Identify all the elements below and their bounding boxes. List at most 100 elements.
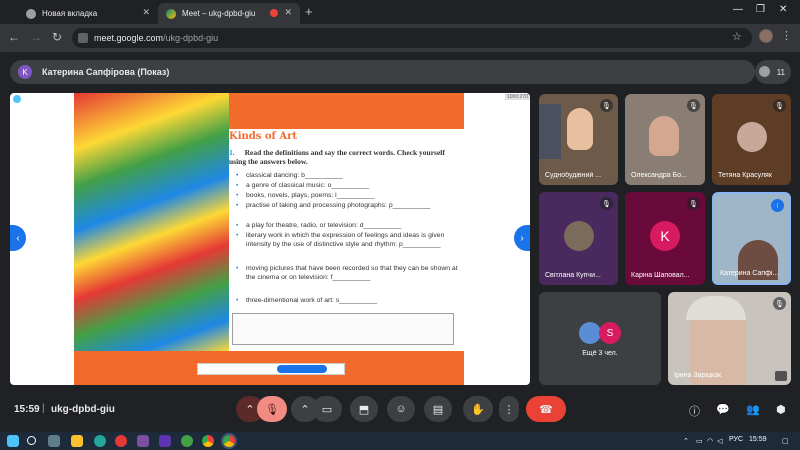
participant-tile[interactable]: 🎙 Тетяна Красуляк	[712, 94, 791, 185]
tab-meet[interactable]: Meet – ukg-dpbd-giu ✕	[158, 3, 300, 24]
recording-icon	[270, 9, 278, 17]
more-menu-icon[interactable]: ⋮	[781, 29, 792, 42]
pin-icon[interactable]	[775, 371, 787, 381]
chevron-up-icon: ⌃	[300, 403, 310, 416]
mic-off-icon: 🎙	[773, 297, 786, 310]
presentation-slide: Kinds of Art 1. Read the definitions and …	[10, 93, 530, 385]
participant-name: Катерина Сапфі...	[720, 270, 779, 277]
chevron-up-icon: ⌃	[245, 403, 255, 416]
hand-icon: ✋	[471, 403, 485, 416]
chevron-left-icon: ‹	[16, 232, 20, 244]
presenter-label: Катерина Сапфірова (Показ)	[42, 67, 170, 77]
exercise-item: a play for theatre, radio, or television…	[236, 222, 466, 231]
tab-label: Новая вкладка	[42, 9, 98, 18]
participant-name: Тетяна Красуляк	[718, 172, 772, 179]
system-clock[interactable]: 15:59	[749, 436, 767, 443]
wifi-icon[interactable]: ◠	[707, 437, 713, 445]
speaking-icon: ⁝	[771, 199, 784, 212]
chat-icon[interactable]: 💬	[716, 403, 730, 416]
participant-hair	[686, 296, 746, 320]
previous-slide-button[interactable]: ‹	[10, 225, 26, 251]
viber-icon[interactable]	[137, 435, 149, 447]
more-options-button[interactable]: ⋮	[499, 396, 519, 422]
file-explorer-icon[interactable]	[71, 435, 83, 447]
cookie-accept-button[interactable]	[277, 365, 327, 373]
mic-off-icon: 🎙	[773, 99, 786, 112]
participant-name: Каріна Шаповал...	[631, 272, 690, 279]
exercise-item: literary work in which the expression of…	[236, 232, 466, 249]
slide-corner-label: 1000:270	[505, 94, 530, 100]
browser-toolbar: ← → ↻ meet.google.com/ukg-dpbd-giu	[0, 24, 800, 52]
chrome-active-icon[interactable]	[223, 435, 235, 447]
profile-avatar[interactable]	[759, 29, 773, 43]
activities-icon[interactable]: ⬢	[776, 403, 786, 416]
windows-start-icon[interactable]	[7, 435, 19, 447]
hang-up-icon: ☎	[539, 403, 553, 416]
participant-tile[interactable]: 🎙 Ірина Заріцкак	[668, 292, 791, 385]
camera-button[interactable]: ▭	[312, 396, 342, 422]
task-view-icon[interactable]	[48, 435, 60, 447]
globe-icon	[26, 8, 36, 19]
captions-icon: ▤	[432, 403, 444, 416]
exercise-item: three-dimentional work of art: s________…	[236, 297, 466, 306]
close-window-icon[interactable]: ✕	[779, 4, 787, 15]
volume-icon[interactable]: ◁	[717, 437, 722, 445]
edge-icon[interactable]	[94, 435, 106, 447]
emoji-icon: ☺	[395, 403, 407, 415]
participant-tile[interactable]: 🎙 Олександра Бо...	[625, 94, 705, 185]
notifications-icon[interactable]: ▢	[782, 437, 789, 445]
participant-tile[interactable]: K 🎙 Каріна Шаповал...	[625, 192, 705, 285]
back-icon[interactable]: ←	[8, 30, 20, 44]
participants-avatar-icon	[759, 66, 770, 77]
participant-avatar	[579, 322, 601, 344]
captions-button[interactable]: ▤	[424, 396, 452, 422]
opera-icon[interactable]	[115, 435, 127, 447]
minimize-icon[interactable]: —	[733, 4, 743, 15]
participant-tile[interactable]: 🎙 Суднобудівний ...	[539, 94, 618, 185]
reload-icon[interactable]: ↻	[52, 30, 62, 44]
exercise-item: moving pictures that have been recorded …	[236, 265, 466, 282]
next-slide-button[interactable]: ›	[514, 225, 530, 251]
bookmark-star-icon[interactable]: ☆	[732, 30, 742, 43]
people-icon[interactable]: 👥	[746, 403, 760, 416]
chevron-right-icon: ›	[520, 232, 524, 244]
tab-new[interactable]: Новая вкладка ✕	[18, 3, 158, 24]
emoji-button[interactable]: ☺	[387, 396, 415, 422]
mic-off-icon: 🎙	[265, 403, 279, 416]
network-icon[interactable]: ▭	[696, 437, 703, 445]
participants-button[interactable]: 11	[755, 60, 791, 84]
leave-call-button[interactable]: ☎	[526, 396, 566, 422]
mic-off-icon: 🎙	[600, 99, 613, 112]
abstract-art-image	[74, 93, 229, 351]
participant-avatar	[736, 121, 767, 152]
info-icon[interactable]: ⓘ	[689, 403, 700, 419]
participant-tile[interactable]: 🎙 Світлана Купчи...	[539, 192, 618, 285]
participant-video	[567, 108, 593, 150]
address-bar[interactable]: meet.google.com/ukg-dpbd-giu	[72, 28, 752, 48]
present-screen-button[interactable]: ⬒	[350, 396, 378, 422]
chevron-up-icon[interactable]: ⌃	[683, 437, 689, 445]
slide-instruction: 1. Read the definitions and say the corre…	[229, 148, 459, 166]
plus-icon[interactable]: +	[305, 4, 313, 19]
app-icon[interactable]	[159, 435, 171, 447]
chrome-icon[interactable]	[202, 435, 214, 447]
presenter-avatar: K	[18, 65, 32, 79]
participant-avatar: K	[650, 220, 680, 251]
presenter-bar: K Катерина Сапфірова (Показ)	[10, 60, 755, 84]
close-icon[interactable]: ✕	[284, 7, 292, 18]
bookshelf-background	[539, 104, 561, 159]
site-info-icon[interactable]	[78, 33, 88, 43]
close-icon[interactable]: ✕	[142, 7, 150, 18]
forward-icon[interactable]: →	[30, 30, 42, 44]
whatsapp-icon[interactable]	[181, 435, 193, 447]
participant-name: Олександра Бо...	[631, 172, 687, 179]
raise-hand-button[interactable]: ✋	[463, 396, 493, 422]
slide-title: Kinds of Art	[229, 131, 297, 142]
search-icon[interactable]	[27, 436, 36, 445]
restore-icon[interactable]: ❐	[756, 4, 765, 15]
microphone-button[interactable]: 🎙	[257, 396, 287, 422]
participant-tile[interactable]: ⁝ Катерина Сапфі...	[712, 192, 791, 285]
participant-name: Суднобудівний ...	[545, 172, 602, 179]
input-language[interactable]: РУС	[729, 436, 743, 443]
more-participants-tile[interactable]: S Ещё 3 чел.	[539, 292, 661, 385]
